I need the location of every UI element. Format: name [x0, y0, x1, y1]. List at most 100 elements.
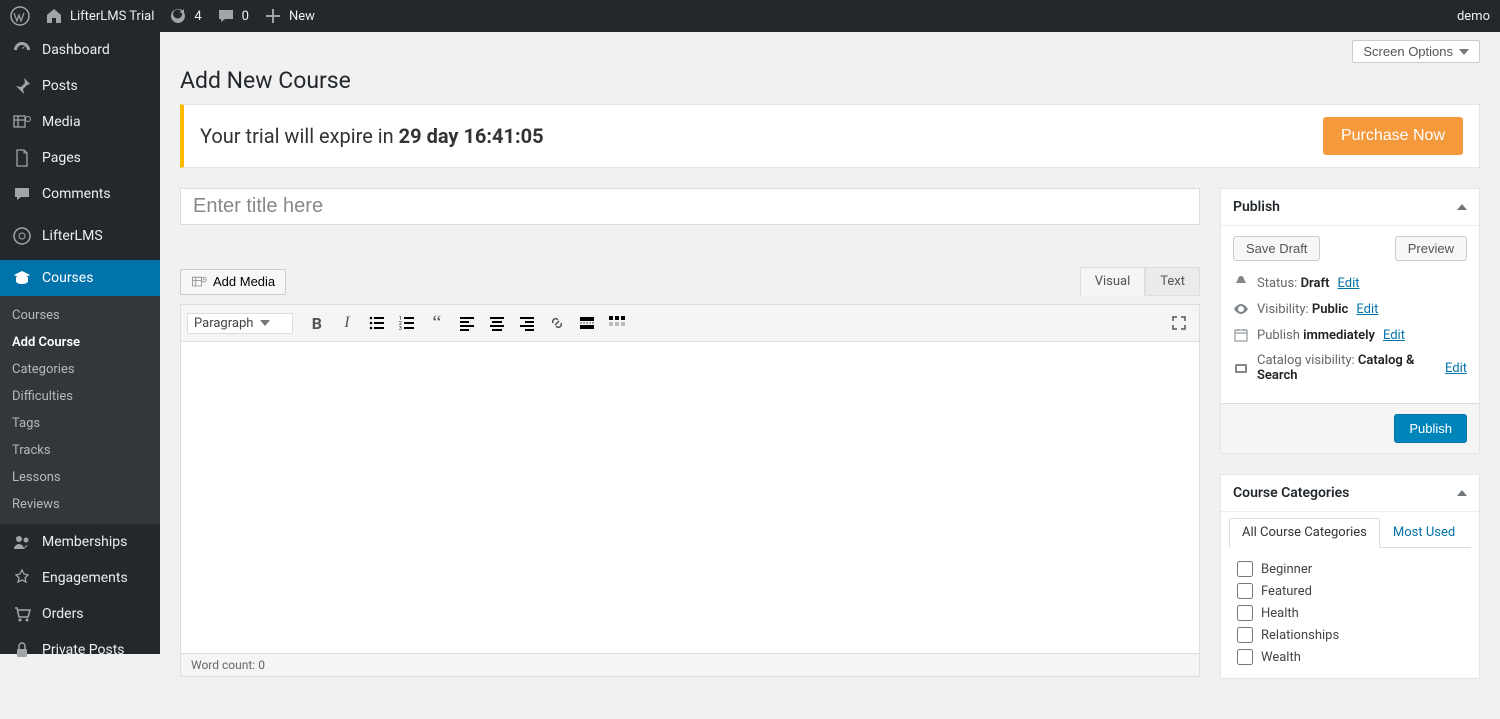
align-left-icon: [459, 315, 475, 331]
site-name-link[interactable]: LifterLMS Trial: [44, 6, 154, 26]
italic-button[interactable]: I: [333, 309, 361, 337]
category-item[interactable]: Wealth: [1233, 646, 1467, 668]
tab-all-categories[interactable]: All Course Categories: [1229, 518, 1380, 548]
grad-icon: [12, 268, 32, 288]
menu-item-comments[interactable]: Comments: [0, 176, 160, 212]
menu-item-lifterlms[interactable]: LifterLMS: [0, 218, 160, 254]
wordpress-icon: [10, 6, 30, 26]
wp-logo[interactable]: [10, 6, 30, 26]
site-name-text: LifterLMS Trial: [70, 9, 154, 24]
submenu-item-lessons[interactable]: Lessons: [0, 464, 160, 491]
numbered-list-button[interactable]: 123: [393, 309, 421, 337]
align-left-button[interactable]: [453, 309, 481, 337]
comment-icon: [12, 184, 32, 204]
editor-content[interactable]: [180, 342, 1200, 654]
course-categories-metabox: Course Categories All Course Categories …: [1220, 474, 1480, 679]
publish-metabox: Publish Save Draft Preview Status: Draft…: [1220, 188, 1480, 454]
username: demo: [1457, 9, 1490, 24]
format-select[interactable]: Paragraph: [187, 313, 293, 334]
category-checkbox[interactable]: [1237, 583, 1253, 599]
lock-icon: [12, 640, 32, 660]
add-media-label: Add Media: [213, 274, 275, 289]
submenu-item-tags[interactable]: Tags: [0, 410, 160, 437]
edit-status-link[interactable]: Edit: [1337, 276, 1359, 291]
comments-link[interactable]: 0: [216, 6, 249, 26]
menu-item-engagements[interactable]: Engagements: [0, 560, 160, 596]
pages-icon: [12, 148, 32, 168]
chevron-up-icon[interactable]: [1457, 204, 1467, 210]
screen-options-button[interactable]: Screen Options: [1352, 40, 1480, 63]
fullscreen-button[interactable]: [1165, 309, 1193, 337]
comment-icon: [216, 6, 236, 26]
menu-item-dashboard[interactable]: Dashboard: [0, 32, 160, 68]
updates-link[interactable]: 4: [168, 6, 201, 26]
add-media-button[interactable]: Add Media: [180, 269, 286, 295]
tab-text[interactable]: Text: [1145, 267, 1200, 296]
toolbar-toggle-button[interactable]: [603, 309, 631, 337]
update-count: 4: [194, 9, 201, 24]
category-item[interactable]: Relationships: [1233, 624, 1467, 646]
catalog-icon: [1233, 360, 1249, 376]
bullet-list-button[interactable]: [363, 309, 391, 337]
submenu-item-reviews[interactable]: Reviews: [0, 491, 160, 518]
menu-item-media[interactable]: Media: [0, 104, 160, 140]
read-more-button[interactable]: [573, 309, 601, 337]
sidebar-column: Publish Save Draft Preview Status: Draft…: [1220, 188, 1480, 699]
course-title-input[interactable]: [180, 188, 1200, 225]
save-draft-button[interactable]: Save Draft: [1233, 236, 1320, 261]
category-checkbox[interactable]: [1237, 627, 1253, 643]
new-content-link[interactable]: New: [263, 6, 315, 26]
menu-item-posts[interactable]: Posts: [0, 68, 160, 104]
trial-prefix: Your trial will expire in: [200, 124, 399, 148]
admin-bar: LifterLMS Trial 4 0 New demo: [0, 0, 1500, 32]
link-button[interactable]: [543, 309, 571, 337]
category-item[interactable]: Beginner: [1233, 558, 1467, 580]
editor-toolbar: Paragraph B I 123 “: [180, 304, 1200, 342]
bold-button[interactable]: B: [303, 309, 331, 337]
menu-item-memberships[interactable]: Memberships: [0, 524, 160, 560]
submenu-item-tracks[interactable]: Tracks: [0, 437, 160, 464]
word-count: 0: [258, 658, 265, 672]
menu-item-pages[interactable]: Pages: [0, 140, 160, 176]
category-item[interactable]: Featured: [1233, 580, 1467, 602]
edit-catalog-link[interactable]: Edit: [1445, 361, 1467, 376]
admin-sidebar: DashboardPostsMediaPagesComments LifterLM…: [0, 32, 160, 654]
menu-item-private-posts[interactable]: Private Posts: [0, 632, 160, 668]
menu-item-orders[interactable]: Orders: [0, 596, 160, 632]
link-icon: [549, 315, 565, 331]
plus-icon: [263, 6, 283, 26]
align-center-button[interactable]: [483, 309, 511, 337]
comment-count: 0: [242, 9, 249, 24]
publish-button[interactable]: Publish: [1394, 414, 1467, 443]
submenu-item-courses[interactable]: Courses: [0, 302, 160, 329]
edit-visibility-link[interactable]: Edit: [1356, 302, 1378, 317]
submenu-item-difficulties[interactable]: Difficulties: [0, 383, 160, 410]
media-icon: [12, 112, 32, 132]
preview-button[interactable]: Preview: [1395, 236, 1467, 261]
tab-visual[interactable]: Visual: [1080, 267, 1146, 296]
chevron-down-icon: [1459, 49, 1469, 55]
tab-most-used[interactable]: Most Used: [1380, 518, 1468, 547]
submenu-item-categories[interactable]: Categories: [0, 356, 160, 383]
purchase-now-button[interactable]: Purchase Now: [1323, 117, 1463, 155]
user-menu[interactable]: demo: [1457, 9, 1490, 24]
media-icon: [191, 274, 207, 290]
engage-icon: [12, 568, 32, 588]
chevron-up-icon[interactable]: [1457, 490, 1467, 496]
categories-title: Course Categories: [1233, 485, 1349, 501]
pin-icon: [1233, 275, 1249, 291]
blockquote-button[interactable]: “: [423, 309, 451, 337]
category-checkbox[interactable]: [1237, 561, 1253, 577]
category-item[interactable]: Health: [1233, 602, 1467, 624]
visibility-icon: [1233, 301, 1249, 317]
category-checkbox[interactable]: [1237, 605, 1253, 621]
category-checkbox[interactable]: [1237, 649, 1253, 665]
menu-item-courses[interactable]: Courses: [0, 260, 160, 296]
align-right-button[interactable]: [513, 309, 541, 337]
dashboard-icon: [12, 40, 32, 60]
svg-text:3: 3: [399, 326, 402, 331]
new-label: New: [289, 9, 315, 24]
submenu-item-add-course[interactable]: Add Course: [0, 329, 160, 356]
home-icon: [44, 6, 64, 26]
edit-schedule-link[interactable]: Edit: [1383, 328, 1405, 343]
